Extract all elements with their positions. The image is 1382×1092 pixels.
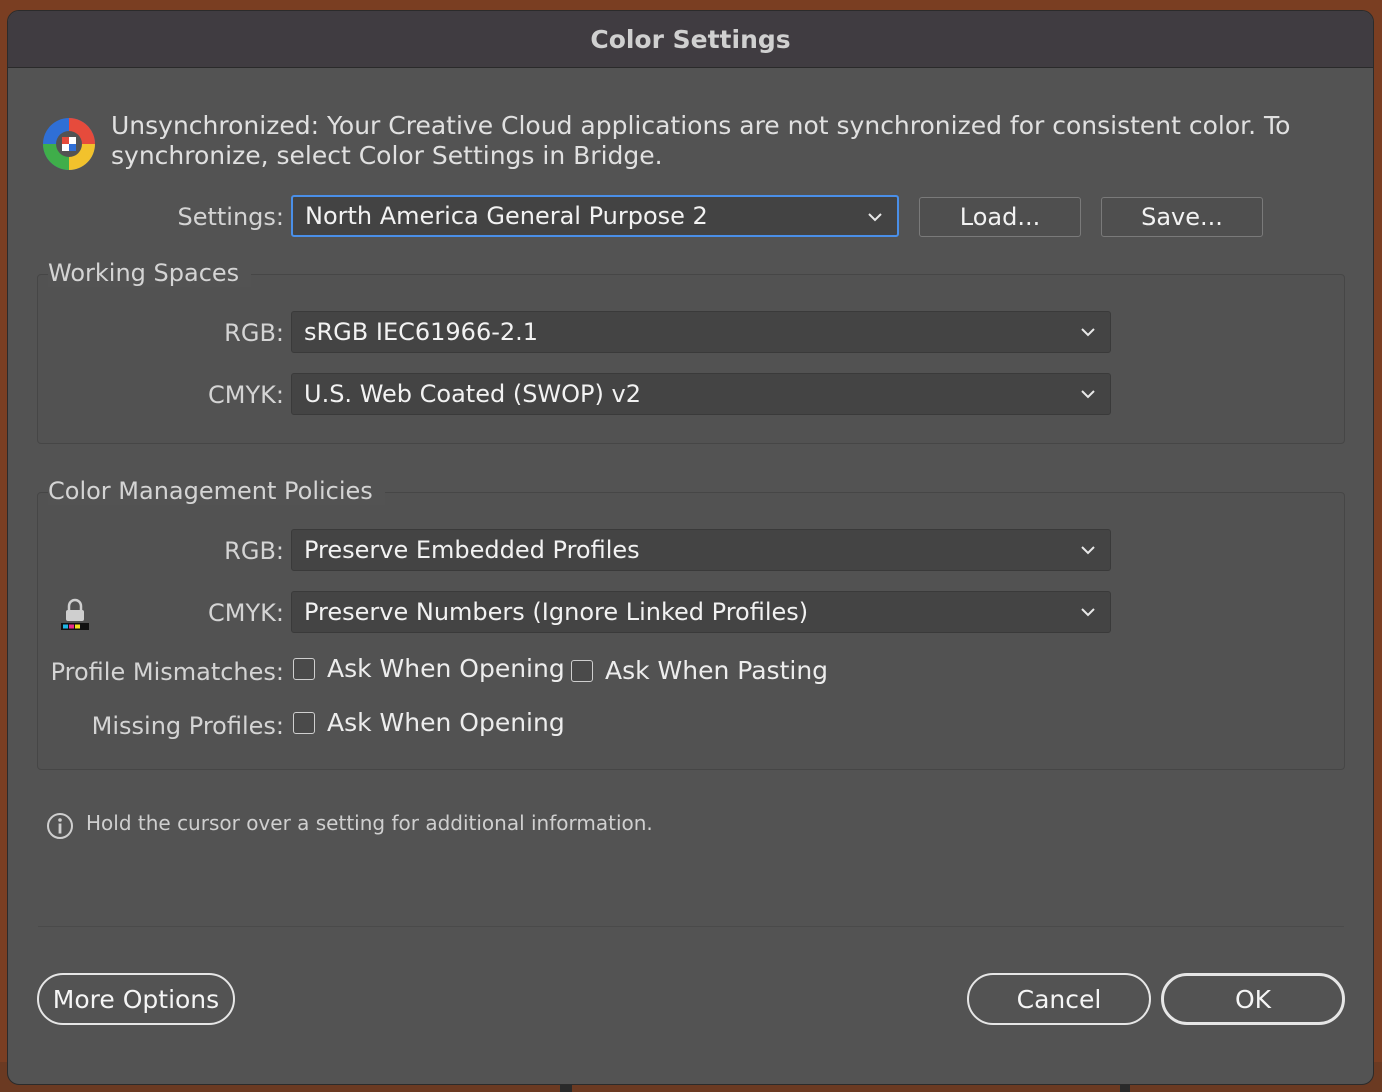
lock-icon xyxy=(61,598,89,630)
mismatch-opening-checkbox[interactable] xyxy=(293,657,315,680)
mismatch-ask-opening[interactable]: Ask When Opening xyxy=(293,654,565,683)
chevron-down-icon xyxy=(1081,390,1095,399)
info-text: Hold the cursor over a setting for addit… xyxy=(86,811,653,835)
policy-cmyk-dropdown[interactable]: Preserve Numbers (Ignore Linked Profiles… xyxy=(291,591,1111,633)
mismatch-ask-pasting[interactable]: Ask When Pasting xyxy=(571,656,828,685)
chevron-down-icon xyxy=(1081,546,1095,555)
dialog-title: Color Settings xyxy=(590,24,791,54)
policy-cmyk-value: Preserve Numbers (Ignore Linked Profiles… xyxy=(304,598,809,626)
ws-cmyk-value: U.S. Web Coated (SWOP) v2 xyxy=(304,380,641,408)
mismatch-pasting-checkbox[interactable] xyxy=(571,659,593,682)
policy-cmyk-label: CMYK: xyxy=(208,599,284,627)
settings-dropdown[interactable]: North America General Purpose 2 xyxy=(291,195,899,237)
policies-title: Color Management Policies xyxy=(48,477,385,505)
missing-opening-checkbox[interactable] xyxy=(293,711,315,734)
profile-mismatches-label: Profile Mismatches: xyxy=(50,658,284,686)
color-sync-icon xyxy=(43,118,95,170)
color-settings-dialog: Color Settings Unsynchronized: Your Crea… xyxy=(7,10,1374,1085)
chevron-down-icon xyxy=(868,213,882,222)
policy-rgb-dropdown[interactable]: Preserve Embedded Profiles xyxy=(291,529,1111,571)
save-button[interactable]: Save... xyxy=(1101,197,1263,237)
missing-opening-label: Ask When Opening xyxy=(327,708,565,737)
settings-label: Settings: xyxy=(177,203,284,231)
cancel-button[interactable]: Cancel xyxy=(967,973,1151,1025)
ok-button[interactable]: OK xyxy=(1161,973,1345,1025)
sync-message: Unsynchronized: Your Creative Cloud appl… xyxy=(111,111,1291,170)
title-bar[interactable]: Color Settings xyxy=(8,11,1373,68)
chevron-down-icon xyxy=(1081,328,1095,337)
ws-rgb-value: sRGB IEC61966-2.1 xyxy=(304,318,539,346)
ws-cmyk-dropdown[interactable]: U.S. Web Coated (SWOP) v2 xyxy=(291,373,1111,415)
footer-separator xyxy=(38,926,1344,927)
chevron-down-icon xyxy=(1081,608,1095,617)
missing-profiles-label: Missing Profiles: xyxy=(91,712,284,740)
mismatch-pasting-label: Ask When Pasting xyxy=(605,656,829,685)
missing-ask-opening[interactable]: Ask When Opening xyxy=(293,708,565,737)
settings-value: North America General Purpose 2 xyxy=(305,202,708,230)
info-icon xyxy=(47,813,73,839)
policy-rgb-value: Preserve Embedded Profiles xyxy=(304,536,640,564)
load-button[interactable]: Load... xyxy=(919,197,1081,237)
ws-rgb-dropdown[interactable]: sRGB IEC61966-2.1 xyxy=(291,311,1111,353)
ws-rgb-label: RGB: xyxy=(224,319,284,347)
working-spaces-group xyxy=(37,274,1345,444)
mismatch-opening-label: Ask When Opening xyxy=(327,654,565,683)
policy-rgb-label: RGB: xyxy=(224,537,284,565)
more-options-button[interactable]: More Options xyxy=(37,973,235,1025)
ws-cmyk-label: CMYK: xyxy=(208,381,284,409)
working-spaces-title: Working Spaces xyxy=(48,259,252,287)
